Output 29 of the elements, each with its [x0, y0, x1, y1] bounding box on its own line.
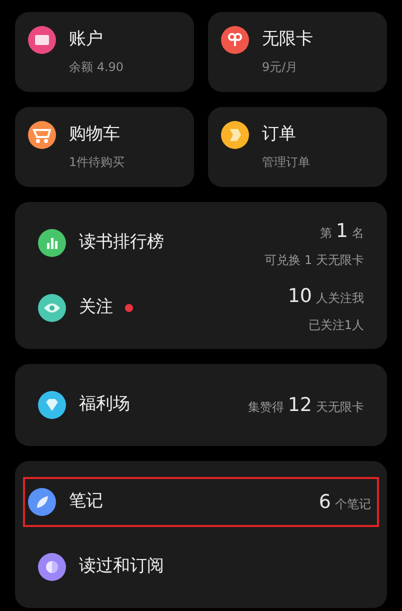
- card-subtitle: 9元/月: [262, 59, 299, 76]
- info-text: 人关注我: [316, 290, 364, 307]
- shortcut-card[interactable]: 购物车 1件待购买: [15, 107, 194, 187]
- card-title: 账户: [69, 28, 104, 51]
- info-text: 名: [352, 224, 364, 242]
- info-text: 个笔记: [335, 496, 371, 513]
- info-text: 已关注1人: [308, 317, 364, 334]
- count-number: 1: [336, 218, 348, 244]
- shortcut-card[interactable]: 无限卡 9元/月: [208, 12, 387, 92]
- row-title[interactable]: 福利场: [79, 392, 130, 418]
- row-title[interactable]: 笔记: [69, 489, 103, 515]
- count-number: 12: [288, 392, 312, 418]
- card-title: 订单: [262, 123, 297, 146]
- shortcut-card[interactable]: 订单 管理订单: [208, 107, 387, 187]
- card-subtitle: 1件待购买: [69, 154, 125, 171]
- card-title: 购物车: [69, 123, 121, 146]
- row-title[interactable]: 读过和订阅: [79, 554, 164, 580]
- info-text: 第: [320, 224, 332, 242]
- card-title: 无限卡: [262, 28, 313, 51]
- info-text: 可兑换 1 天无限卡: [264, 252, 364, 270]
- info-text: 天无限卡: [316, 398, 364, 416]
- info-text: 集赞得: [248, 398, 284, 416]
- card-subtitle: 管理订单: [262, 154, 310, 171]
- shortcut-card[interactable]: 账户 余额 4.90: [15, 12, 194, 92]
- count-number: 6: [318, 490, 331, 515]
- row-title[interactable]: 读书排行榜: [79, 230, 164, 256]
- row-title[interactable]: 关注: [79, 295, 113, 321]
- card-subtitle: 余额 4.90: [69, 59, 124, 76]
- count-number: 10: [288, 284, 312, 309]
